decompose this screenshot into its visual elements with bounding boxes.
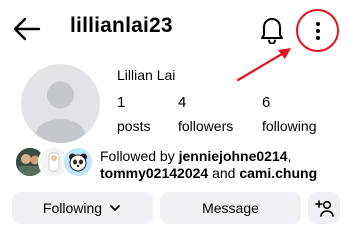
message-button-label: Message bbox=[202, 200, 259, 216]
followers-label: followers bbox=[178, 118, 234, 134]
message-button[interactable]: Message bbox=[160, 192, 301, 224]
add-user-icon bbox=[315, 200, 334, 217]
mutual-followers-avatars[interactable] bbox=[14, 146, 100, 180]
bell-icon bbox=[261, 18, 283, 45]
notifications-button[interactable] bbox=[258, 14, 286, 45]
panda-icon bbox=[64, 148, 92, 176]
separator-comma: , bbox=[287, 148, 292, 164]
posts-stat[interactable]: 1 posts bbox=[117, 94, 150, 135]
top-bar: lillianlai23 bbox=[0, 0, 350, 56]
mutual-follower-link[interactable]: cami.chung bbox=[239, 165, 317, 181]
default-user-icon bbox=[35, 81, 86, 143]
posts-count: 1 bbox=[117, 94, 126, 111]
followed-by-and: and bbox=[212, 165, 236, 181]
following-button[interactable]: Following bbox=[12, 192, 153, 224]
following-stat[interactable]: 6 following bbox=[262, 94, 316, 135]
mutual-follower-link[interactable]: jenniejohne0214 bbox=[179, 148, 288, 164]
back-button[interactable] bbox=[12, 16, 42, 42]
more-vertical-icon bbox=[316, 22, 320, 40]
chevron-down-icon bbox=[110, 205, 120, 211]
arrow-left-icon bbox=[13, 17, 41, 41]
following-button-label: Following bbox=[42, 200, 103, 216]
mutual-follower-link[interactable]: tommy02142024 bbox=[100, 165, 208, 181]
following-count: 6 bbox=[262, 94, 271, 111]
profile-avatar[interactable] bbox=[21, 64, 100, 143]
mutual-avatar bbox=[62, 146, 94, 178]
followed-by-prefix: Followed by bbox=[100, 148, 175, 164]
posts-label: posts bbox=[117, 118, 151, 134]
followers-stat[interactable]: 4 followers bbox=[178, 94, 233, 135]
profile-username: lillianlai23 bbox=[70, 14, 173, 37]
add-user-button[interactable] bbox=[308, 192, 340, 224]
following-label: following bbox=[262, 118, 317, 134]
more-options-button[interactable] bbox=[306, 15, 330, 47]
followers-count: 4 bbox=[178, 94, 187, 111]
followed-by-text: Followed by jenniejohne0214, tommy021420… bbox=[100, 148, 340, 182]
profile-full-name: Lillian Lai bbox=[117, 67, 176, 83]
